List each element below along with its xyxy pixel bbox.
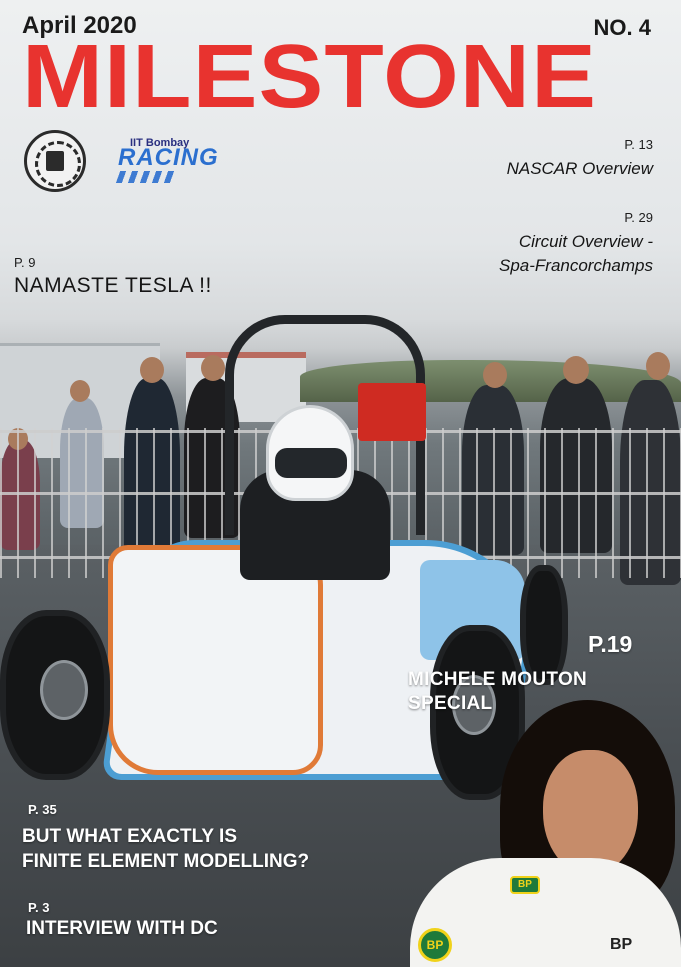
red-equipment-box — [358, 383, 426, 441]
bp-badge-large: BP — [418, 928, 452, 962]
spectator-head — [70, 380, 90, 402]
spectator-head — [483, 362, 507, 388]
story-headline-tesla[interactable]: NAMASTE TESLA !! — [14, 274, 212, 298]
suit-sponsor-text: BP — [610, 936, 633, 953]
spectator-head — [201, 355, 225, 381]
story-headline-nascar[interactable]: NASCAR Overview — [507, 159, 653, 179]
story-page-circuit: P. 29 — [624, 210, 653, 225]
story-headline-fem-line2[interactable]: FINITE ELEMENT MODELLING? — [22, 851, 309, 873]
story-headline-interview[interactable]: INTERVIEW WITH DC — [26, 918, 218, 940]
cover-photo: BP BP BP — [0, 0, 681, 967]
team-logo-name: RACING — [118, 144, 219, 171]
story-page-interview: P. 3 — [28, 900, 50, 915]
rear-right-tyre — [520, 565, 568, 685]
story-headline-fem-line1[interactable]: BUT WHAT EXACTLY IS — [22, 826, 237, 848]
bp-badge-small: BP — [510, 876, 540, 894]
wheel-hub — [40, 660, 88, 720]
masthead-title: MILESTONE — [22, 27, 597, 127]
story-headline-mouton-line2[interactable]: SPECIAL — [408, 693, 492, 715]
spectator-head — [140, 357, 164, 383]
story-page-tesla: P. 9 — [14, 255, 36, 270]
portrait-face — [543, 750, 638, 875]
checkered-flag-icon — [115, 171, 179, 183]
story-page-nascar: P. 13 — [624, 137, 653, 152]
story-page-mouton: P.19 — [588, 631, 633, 657]
helmet-visor — [275, 448, 347, 478]
story-headline-circuit-line1[interactable]: Circuit Overview - — [519, 232, 653, 252]
spectator-head — [563, 356, 589, 384]
story-headline-circuit-line2[interactable]: Spa-Francorchamps — [499, 256, 653, 276]
spectator-head — [646, 352, 670, 380]
story-page-fem: P. 35 — [28, 802, 57, 817]
iit-bombay-emblem-icon — [24, 130, 86, 192]
story-headline-mouton-line1[interactable]: MICHELE MOUTON — [408, 669, 587, 691]
